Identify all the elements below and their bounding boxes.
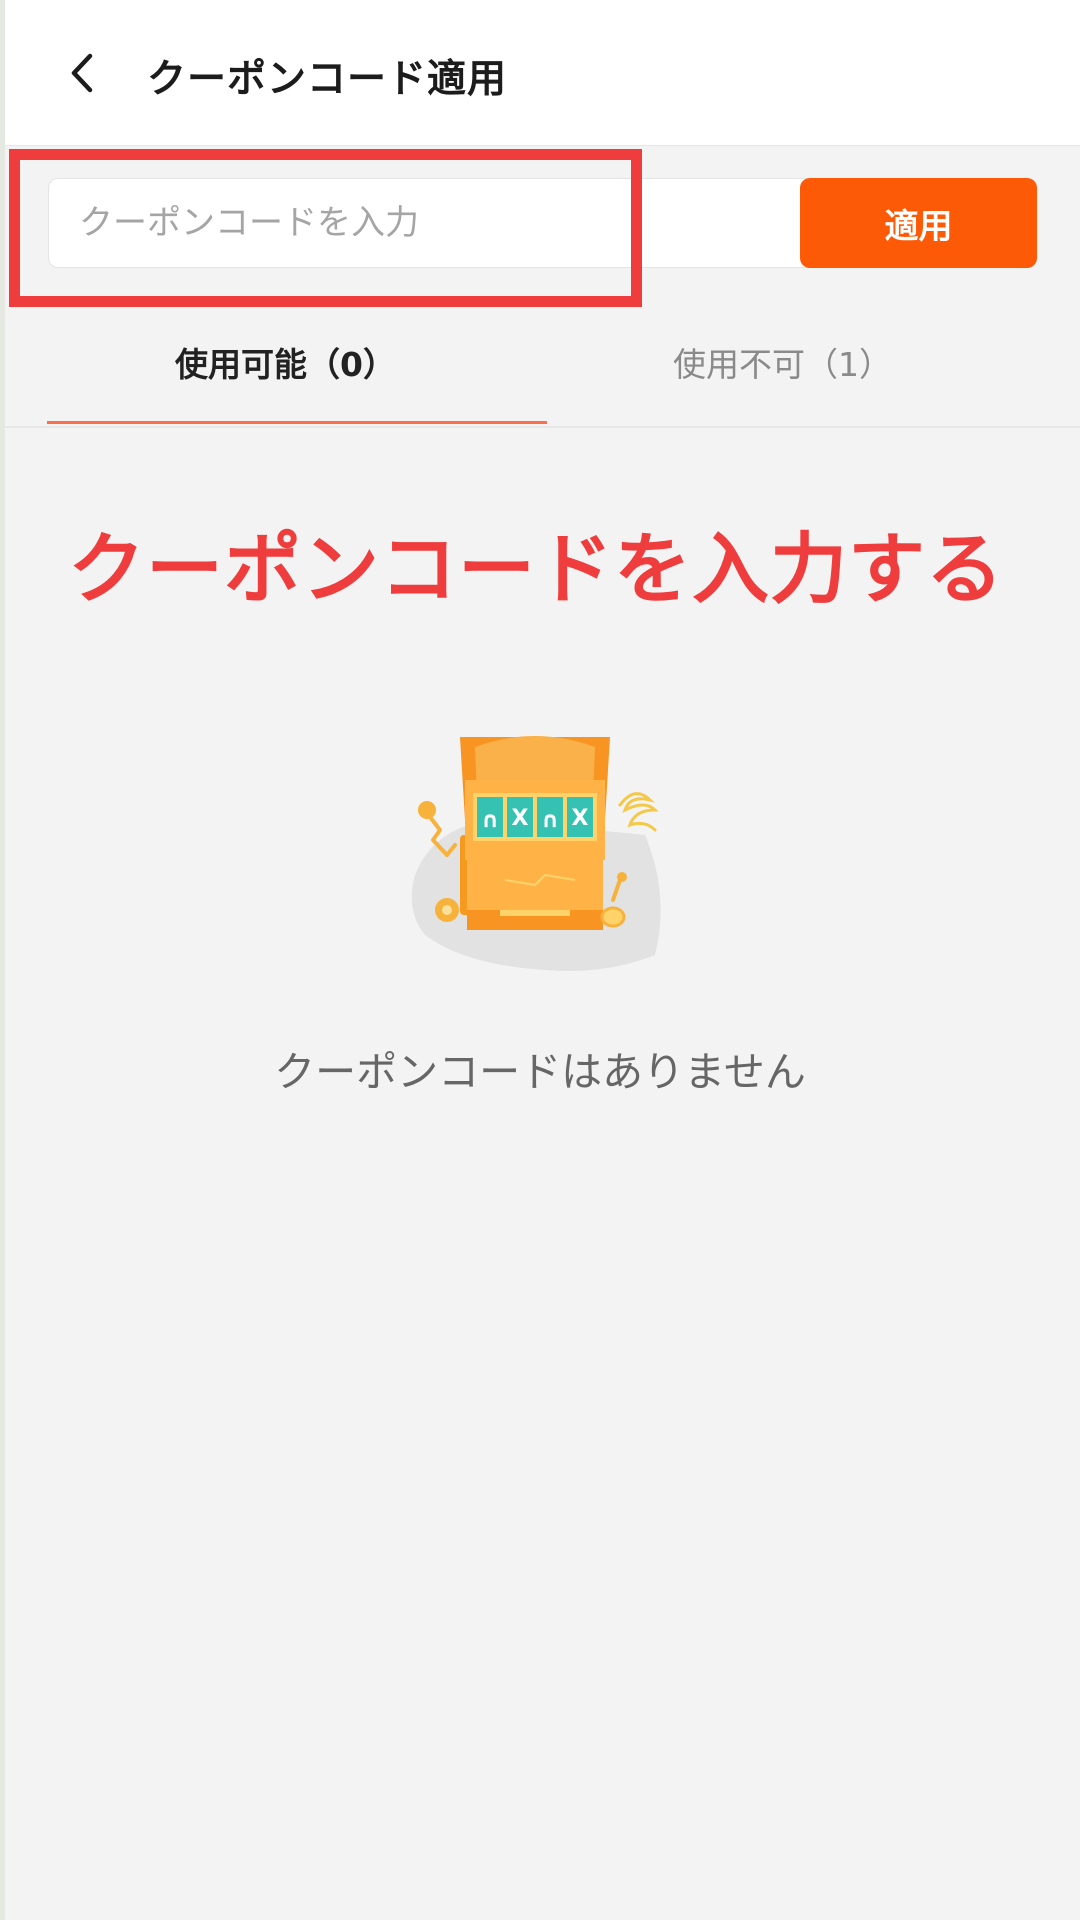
- tab-available[interactable]: 使用可能（0）: [175, 340, 396, 400]
- annotation-headline: クーポンコードを入力する: [68, 526, 1004, 615]
- screen-edge: [0, 0, 5, 1920]
- apply-button[interactable]: 適用: [800, 178, 1037, 268]
- header-bar: クーポンコード適用: [5, 0, 1080, 146]
- coupon-code-input[interactable]: [48, 178, 808, 268]
- slot-machine-illustration: ∩ X ∩ X: [405, 725, 685, 975]
- svg-text:∩: ∩: [541, 808, 559, 833]
- chevron-left-icon: [71, 53, 93, 93]
- svg-text:X: X: [572, 806, 589, 831]
- tab-unavailable[interactable]: 使用不可（1）: [673, 340, 892, 400]
- page-title: クーポンコード適用: [147, 57, 508, 102]
- empty-state-message: クーポンコードはありません: [274, 1048, 806, 1096]
- back-button[interactable]: [60, 42, 110, 102]
- svg-text:∩: ∩: [481, 808, 499, 833]
- svg-text:X: X: [512, 806, 529, 831]
- active-tab-indicator: [47, 421, 547, 424]
- coupon-tabs: 使用可能（0） 使用不可（1）: [5, 320, 1080, 428]
